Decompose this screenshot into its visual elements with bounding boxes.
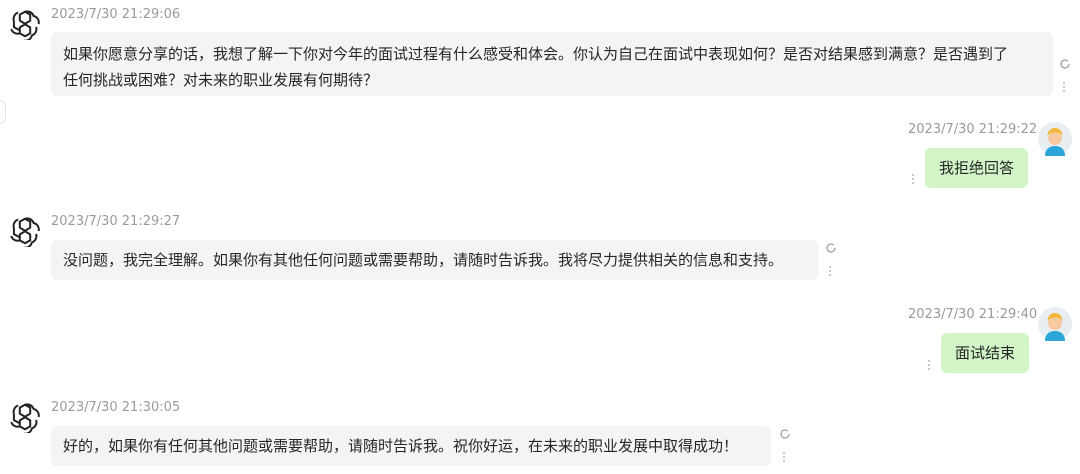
user-message-bubble: 面试结束: [941, 333, 1030, 373]
assistant-message-bubble: 好的，如果你有任何其他问题或需要帮助，请随时告诉我。祝你好运，在未来的职业发展中…: [51, 426, 771, 466]
assistant-message-bubble: 如果你愿意分享的话，我想了解一下你对今年的面试过程有什么感受和体会。你认为自己在…: [51, 32, 1053, 96]
user-message-bubble: 我拒绝回答: [925, 148, 1029, 188]
more-vertical-icon[interactable]: [827, 266, 833, 278]
openai-logo-icon: [9, 401, 41, 433]
refresh-icon[interactable]: [1059, 58, 1071, 70]
more-vertical-icon[interactable]: [910, 174, 916, 186]
scroll-edge-handle[interactable]: [0, 100, 6, 124]
openai-logo-icon: [9, 215, 41, 247]
refresh-icon[interactable]: [779, 428, 791, 440]
assistant-message-bubble: 没问题，我完全理解。如果你有其他任何问题或需要帮助，请随时告诉我。我将尽力提供相…: [51, 240, 818, 280]
more-vertical-icon[interactable]: [781, 452, 787, 464]
message-text-line: 如果你愿意分享的话，我想了解一下你对今年的面试过程有什么感受和体会。你认为自己在…: [63, 45, 1009, 63]
more-vertical-icon[interactable]: [1061, 82, 1067, 94]
message-timestamp: 2023/7/30 21:30:05: [51, 400, 181, 415]
openai-logo-icon: [9, 8, 41, 40]
user-avatar-icon: [1038, 122, 1072, 156]
message-timestamp: 2023/7/30 21:29:22: [908, 122, 1038, 137]
refresh-icon[interactable]: [825, 242, 837, 254]
chat-window: 2023/7/30 21:29:06 如果你愿意分享的话，我想了解一下你对今年的…: [0, 0, 1080, 474]
more-vertical-icon[interactable]: [926, 360, 932, 372]
message-text-line: 任何挑战或困难？对未来的职业发展有何期待？: [63, 71, 379, 89]
message-timestamp: 2023/7/30 21:29:27: [51, 214, 181, 229]
message-timestamp: 2023/7/30 21:29:40: [908, 307, 1038, 322]
user-avatar-icon: [1038, 307, 1072, 341]
message-timestamp: 2023/7/30 21:29:06: [51, 7, 181, 22]
